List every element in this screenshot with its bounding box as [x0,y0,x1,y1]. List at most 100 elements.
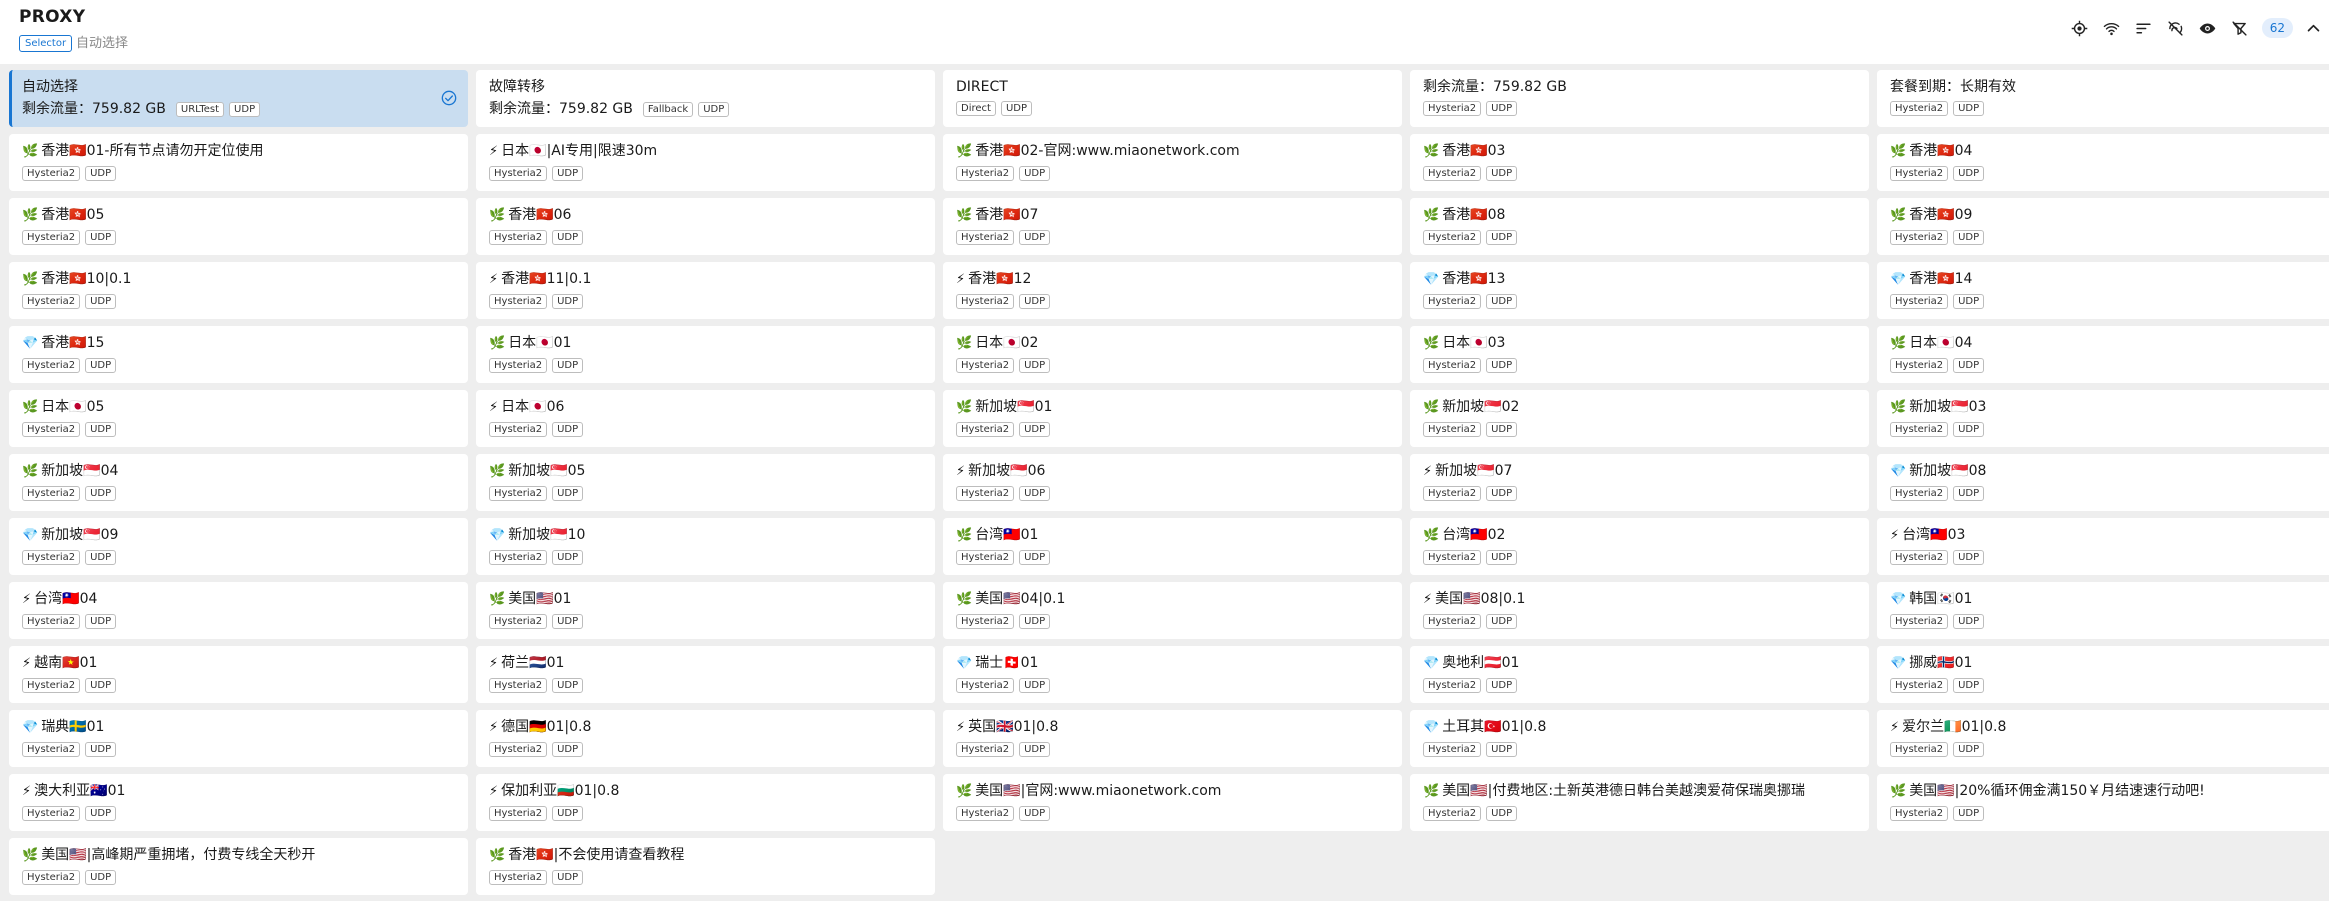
proxy-name-row: 故障转移 [489,78,935,96]
proxy-card[interactable]: 🌿 新加坡🇸🇬03 Hysteria2 UDP [1877,390,2329,447]
proxy-type-tag: Hysteria2 [956,294,1015,309]
proxy-card[interactable]: ⚡ 台湾🇹🇼04 Hysteria2 UDP [9,582,468,639]
proxy-name: 香港🇭🇰08 [1442,207,1506,223]
proxy-card[interactable]: 💎 瑞士🇨🇭01 Hysteria2 UDP [943,646,1402,703]
udp-tag: UDP [1953,166,1985,181]
sort-icon[interactable] [2128,15,2160,41]
proxy-traffic-text: 剩余流量：759.82 GB [489,101,633,117]
proxy-card[interactable]: ⚡ 香港🇭🇰12 Hysteria2 UDP [943,262,1402,319]
proxy-name-row: 🌿 香港🇭🇰07 [956,206,1402,225]
proxy-card[interactable]: ⚡ 澳大利亚🇦🇺01 Hysteria2 UDP [9,774,468,831]
proxy-card[interactable]: 🌿 美国🇺🇸04|0.1 Hysteria2 UDP [943,582,1402,639]
group-toolbar: 62 [2064,15,2329,41]
leaf-icon: 🌿 [489,848,506,863]
proxy-card[interactable]: 🌿 香港🇭🇰05 Hysteria2 UDP [9,198,468,255]
proxy-card[interactable]: 🌿 香港🇭🇰01-所有节点请勿开定位使用 Hysteria2 UDP [9,134,468,191]
proxy-name-row: 🌿 新加坡🇸🇬01 [956,398,1402,417]
proxy-name-row: 💎 挪威🇳🇴01 [1890,654,2329,673]
udp-tag: UDP [1486,422,1518,437]
eye-icon[interactable] [2192,15,2224,41]
proxy-card[interactable]: ⚡ 保加利亚🇧🇬01|0.8 Hysteria2 UDP [476,774,935,831]
proxy-card[interactable]: 🌿 新加坡🇸🇬02 Hysteria2 UDP [1410,390,1869,447]
proxy-card[interactable]: ⚡ 日本🇯🇵06 Hysteria2 UDP [476,390,935,447]
proxy-card[interactable]: 🌿 美国🇺🇸01 Hysteria2 UDP [476,582,935,639]
proxy-card[interactable]: 🌿 香港🇭🇰06 Hysteria2 UDP [476,198,935,255]
group-header[interactable]: PROXY Selector 自动选择 62 [0,0,2329,64]
proxy-card[interactable]: ⚡ 香港🇭🇰11|0.1 Hysteria2 UDP [476,262,935,319]
proxy-card[interactable]: 🌿 新加坡🇸🇬04 Hysteria2 UDP [9,454,468,511]
proxy-card[interactable]: 🌿 台湾🇹🇼01 Hysteria2 UDP [943,518,1402,575]
proxy-card[interactable]: 🌿 日本🇯🇵04 Hysteria2 UDP [1877,326,2329,383]
proxy-meta-row: Hysteria2 UDP [22,422,468,437]
proxy-card[interactable]: 💎 新加坡🇸🇬08 Hysteria2 UDP [1877,454,2329,511]
proxy-card[interactable]: 💎 挪威🇳🇴01 Hysteria2 UDP [1877,646,2329,703]
proxy-card[interactable]: 自动选择 剩余流量：759.82 GB URLTest UDP [9,70,468,127]
proxy-card[interactable]: ⚡ 越南🇻🇳01 Hysteria2 UDP [9,646,468,703]
proxy-card[interactable]: 💎 香港🇭🇰14 Hysteria2 UDP [1877,262,2329,319]
proxy-card[interactable]: 🌿 日本🇯🇵03 Hysteria2 UDP [1410,326,1869,383]
proxy-card[interactable]: 💎 韩国🇰🇷01 Hysteria2 UDP [1877,582,2329,639]
proxy-card[interactable]: 🌿 美国🇺🇸|付费地区:土新英港德日韩台美越澳爱荷保瑞奥挪瑞 Hysteria2 UD… [1410,774,1869,831]
proxy-type-tag: Hysteria2 [956,678,1015,693]
wifi-icon[interactable] [2096,15,2128,41]
proxy-type-tag: Hysteria2 [1890,486,1949,501]
proxy-card[interactable]: 🌿 新加坡🇸🇬01 Hysteria2 UDP [943,390,1402,447]
proxy-card[interactable]: 💎 土耳其🇹🇷01|0.8 Hysteria2 UDP [1410,710,1869,767]
proxy-name: 奥地利🇦🇹01 [1442,655,1520,671]
leaf-icon: 🌿 [489,208,506,223]
proxy-card[interactable]: 🌿 新加坡🇸🇬05 Hysteria2 UDP [476,454,935,511]
proxy-card[interactable]: ⚡ 爱尔兰🇮🇪01|0.8 Hysteria2 UDP [1877,710,2329,767]
proxy-card[interactable]: 🌿 香港🇭🇰07 Hysteria2 UDP [943,198,1402,255]
proxy-name: 爱尔兰🇮🇪01|0.8 [1902,719,2007,735]
proxy-name: 美国🇺🇸|高峰期严重拥堵，付费专线全天秒开 [41,847,316,863]
proxy-card[interactable]: ⚡ 英国🇬🇧01|0.8 Hysteria2 UDP [943,710,1402,767]
proxy-card[interactable]: ⚡ 新加坡🇸🇬07 Hysteria2 UDP [1410,454,1869,511]
proxy-meta-row: Hysteria2 UDP [956,358,1402,373]
proxy-card[interactable]: 🌿 香港🇭🇰08 Hysteria2 UDP [1410,198,1869,255]
proxy-card[interactable]: 💎 瑞典🇸🇪01 Hysteria2 UDP [9,710,468,767]
proxy-type-tag: Hysteria2 [956,486,1015,501]
proxy-type-tag: Hysteria2 [22,742,81,757]
proxy-card[interactable]: 🌿 日本🇯🇵01 Hysteria2 UDP [476,326,935,383]
proxy-card[interactable]: 🌿 日本🇯🇵05 Hysteria2 UDP [9,390,468,447]
proxy-card[interactable]: 套餐到期：长期有效 Hysteria2 UDP [1877,70,2329,127]
proxy-card[interactable]: 故障转移 剩余流量：759.82 GB Fallback UDP [476,70,935,127]
proxy-card[interactable]: ⚡ 日本🇯🇵|AI专用|限速30m Hysteria2 UDP [476,134,935,191]
proxy-card[interactable]: 💎 新加坡🇸🇬10 Hysteria2 UDP [476,518,935,575]
signal-off-icon[interactable] [2160,15,2192,41]
proxy-meta-row: Hysteria2 UDP [22,614,468,629]
proxy-name-row: 🌿 美国🇺🇸|官网:www.miaonetwork.com [956,782,1402,801]
proxy-card[interactable]: 剩余流量：759.82 GB Hysteria2 UDP [1410,70,1869,127]
locate-icon[interactable] [2064,15,2096,41]
proxy-meta-row: Hysteria2 UDP [956,550,1402,565]
proxy-card[interactable]: 🌿 香港🇭🇰03 Hysteria2 UDP [1410,134,1869,191]
proxy-card[interactable]: ⚡ 台湾🇹🇼03 Hysteria2 UDP [1877,518,2329,575]
proxy-card[interactable]: 🌿 美国🇺🇸|官网:www.miaonetwork.com Hysteria2 UDP [943,774,1402,831]
proxy-card[interactable]: 🌿 香港🇭🇰|不会使用请查看教程 Hysteria2 UDP [476,838,935,895]
filter-off-icon[interactable] [2224,15,2256,41]
proxy-name: 台湾🇹🇼04 [34,591,98,607]
proxy-card[interactable]: 💎 新加坡🇸🇬09 Hysteria2 UDP [9,518,468,575]
proxy-card[interactable]: 💎 奥地利🇦🇹01 Hysteria2 UDP [1410,646,1869,703]
proxy-card[interactable]: ⚡ 新加坡🇸🇬06 Hysteria2 UDP [943,454,1402,511]
chevron-up-icon[interactable] [2297,15,2329,41]
proxy-card[interactable]: 🌿 香港🇭🇰09 Hysteria2 UDP [1877,198,2329,255]
proxy-card[interactable]: 🌿 香港🇭🇰04 Hysteria2 UDP [1877,134,2329,191]
proxy-card[interactable]: 🌿 日本🇯🇵02 Hysteria2 UDP [943,326,1402,383]
proxy-name: 香港🇭🇰11|0.1 [501,271,592,287]
proxy-card[interactable]: 💎 香港🇭🇰13 Hysteria2 UDP [1410,262,1869,319]
proxy-meta-row: Hysteria2 UDP [1890,742,2329,757]
proxy-card[interactable]: 💎 香港🇭🇰15 Hysteria2 UDP [9,326,468,383]
proxy-card[interactable]: 🌿 香港🇭🇰10|0.1 Hysteria2 UDP [9,262,468,319]
proxy-card[interactable]: 🌿 台湾🇹🇼02 Hysteria2 UDP [1410,518,1869,575]
udp-tag: UDP [1019,806,1051,821]
proxy-card[interactable]: DIRECT Direct UDP [943,70,1402,127]
proxy-card[interactable]: 🌿 美国🇺🇸|20%循环佣金满150￥月结速速行动吧! Hysteria2 UDP [1877,774,2329,831]
proxy-card[interactable]: 🌿 美国🇺🇸|高峰期严重拥堵，付费专线全天秒开 Hysteria2 UDP [9,838,468,895]
proxy-name-row: 🌿 香港🇭🇰|不会使用请查看教程 [489,846,935,865]
proxy-card[interactable]: 🌿 香港🇭🇰02-官网:www.miaonetwork.com Hysteria2 U… [943,134,1402,191]
proxy-card[interactable]: ⚡ 美国🇺🇸08|0.1 Hysteria2 UDP [1410,582,1869,639]
proxy-type-tag: Hysteria2 [1890,101,1949,116]
proxy-card[interactable]: ⚡ 德国🇩🇪01|0.8 Hysteria2 UDP [476,710,935,767]
proxy-card[interactable]: ⚡ 荷兰🇳🇱01 Hysteria2 UDP [476,646,935,703]
